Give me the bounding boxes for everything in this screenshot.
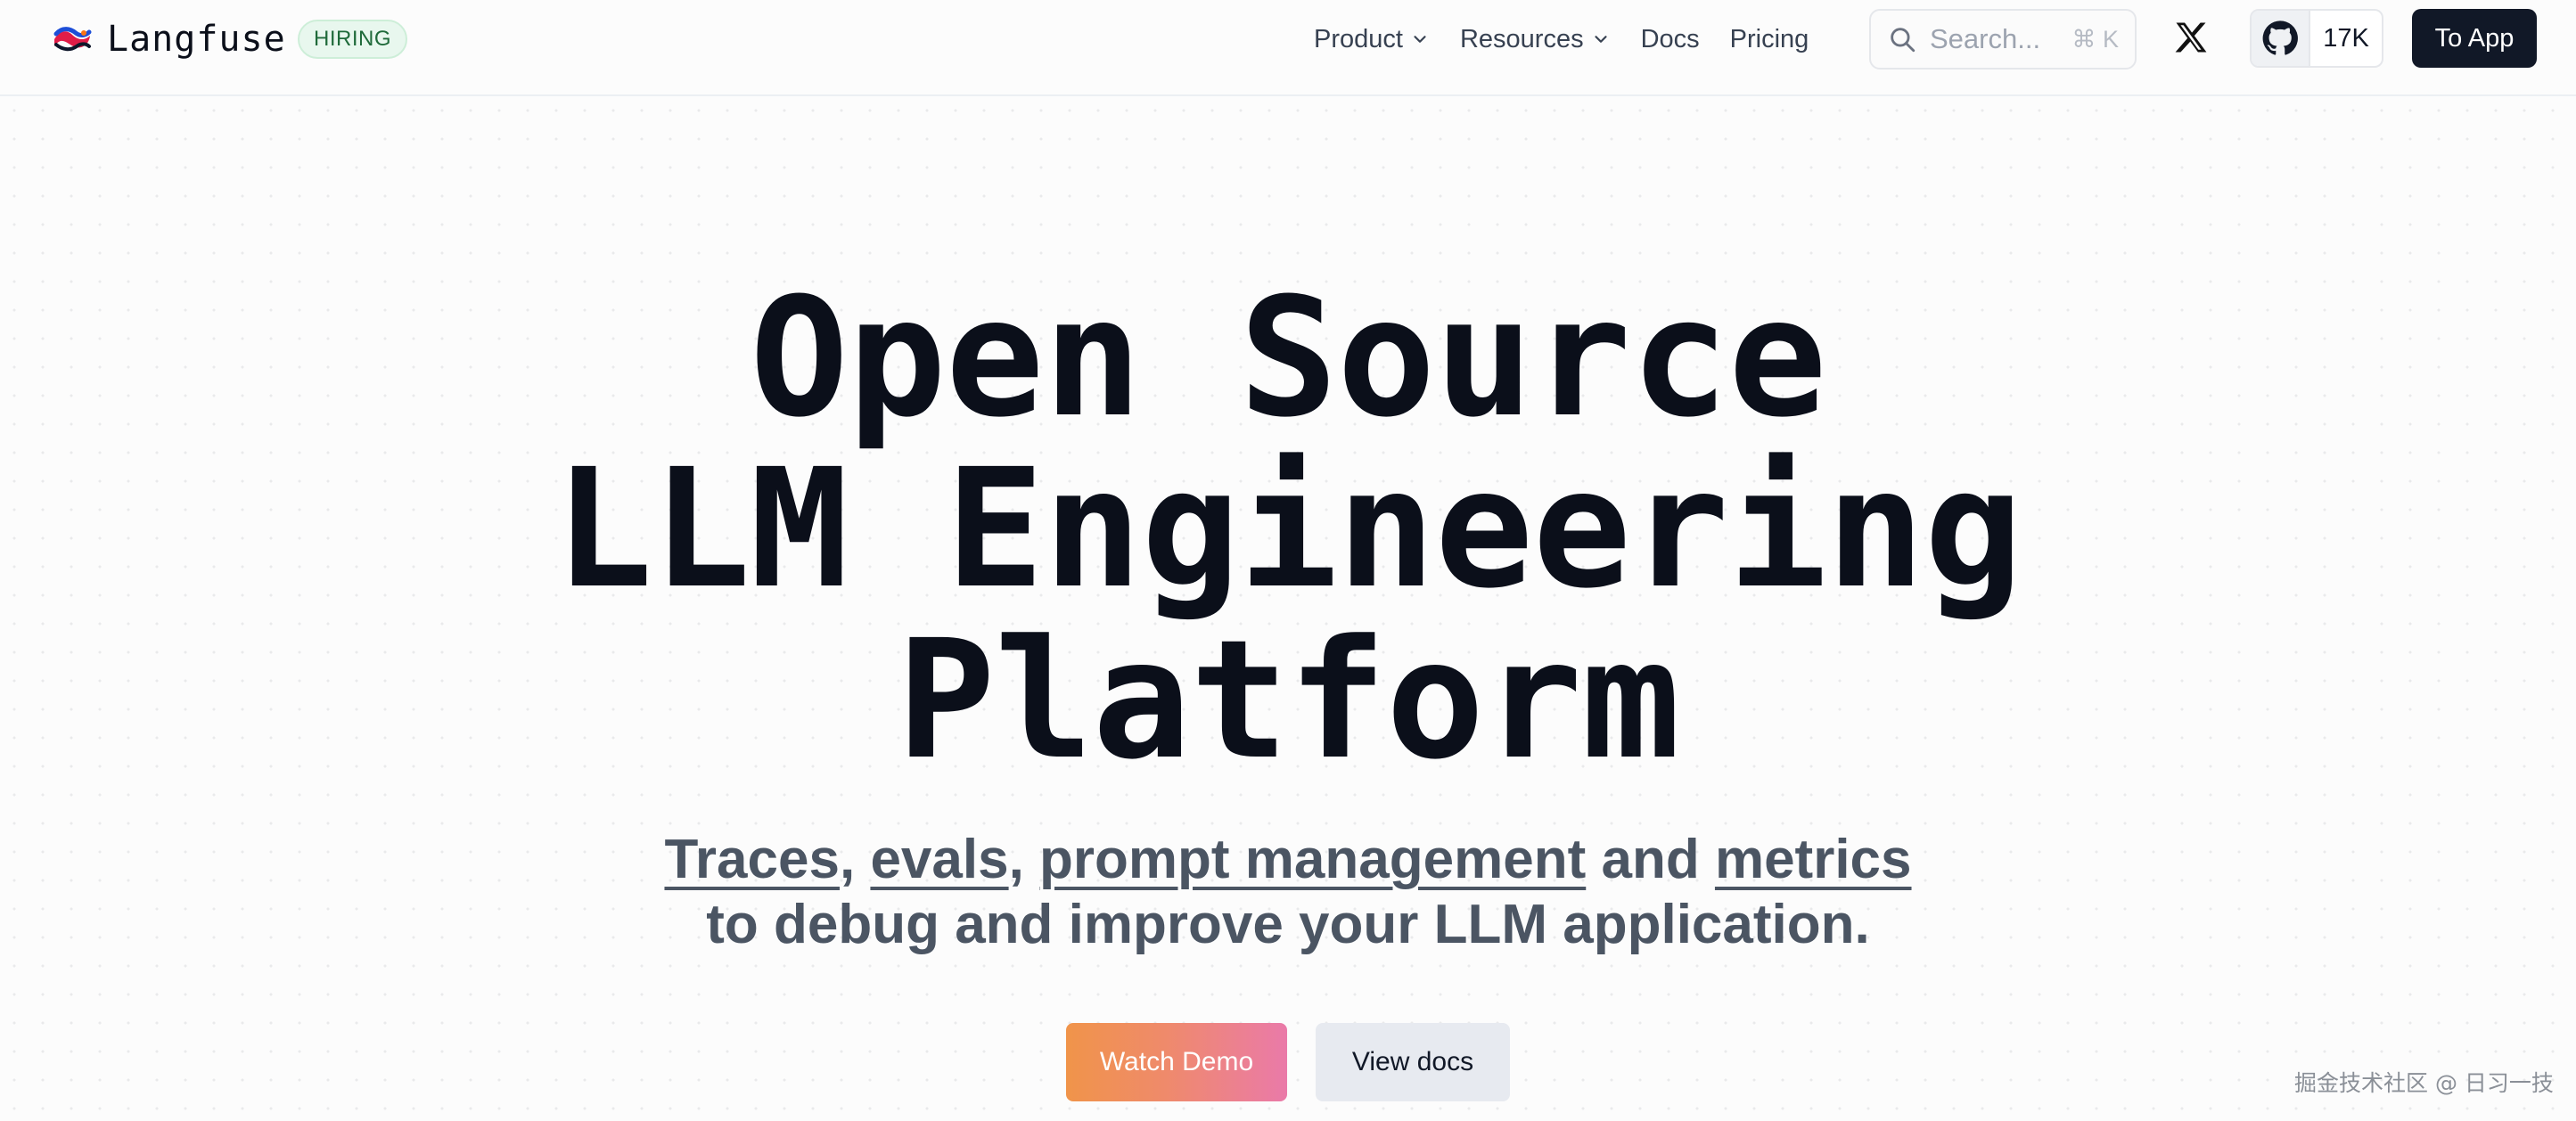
subtitle-separator: and: [1586, 829, 1715, 890]
brand-name: Langfuse: [107, 19, 286, 60]
nav-item-label: Product: [1314, 24, 1403, 53]
main-nav: Product Resources Docs Pricing: [1314, 21, 1809, 57]
chevron-down-icon: [1594, 36, 1607, 43]
github-stars: 17K: [2323, 23, 2369, 53]
nav-item-pricing[interactable]: Pricing: [1730, 25, 1809, 54]
nav-item-product[interactable]: Product: [1314, 25, 1430, 54]
subtitle-separator: ,: [1008, 829, 1040, 890]
hero-subtitle: Traces, evals, prompt management and met…: [0, 827, 2576, 957]
langfuse-logo-icon: [53, 27, 92, 52]
watermark-text: 掘金技术社区 @ 日习一技: [2294, 1070, 2554, 1096]
chevron-down-icon: [1414, 36, 1426, 43]
link-metrics[interactable]: metrics: [1715, 829, 1912, 890]
hero-subtitle-line-1: Traces, evals, prompt management and met…: [0, 827, 2576, 892]
brand[interactable]: Langfuse: [52, 18, 286, 61]
search-shortcut: ⌘ K: [2071, 25, 2119, 53]
github-icon: [2262, 20, 2298, 55]
search-icon: [1891, 28, 1916, 53]
nav-item-label: Resources: [1459, 24, 1584, 53]
link-traces[interactable]: Traces: [664, 829, 840, 890]
github-icon-box: [2252, 11, 2310, 66]
hero-title-line: LLM Engineering: [554, 434, 2023, 625]
link-prompt-management[interactable]: prompt management: [1039, 829, 1586, 890]
nav-item-label: Pricing: [1729, 24, 1809, 53]
hero-buttons: Watch Demo View docs: [0, 1023, 2576, 1101]
x-link[interactable]: [2170, 16, 2212, 59]
view-docs-button[interactable]: View docs: [1316, 1023, 1510, 1101]
github-button[interactable]: 17K: [2250, 9, 2383, 68]
site-header: Langfuse HIRING Product Resources Docs P…: [0, 0, 2576, 96]
to-app-button[interactable]: To App: [2412, 9, 2537, 68]
hero-title-line: Open Source: [750, 263, 1827, 454]
hero-title: Open Source LLM Engineering Platform: [0, 273, 2576, 786]
x-icon: [2175, 22, 2207, 53]
hiring-badge[interactable]: HIRING: [298, 20, 407, 59]
nav-item-resources[interactable]: Resources: [1460, 25, 1611, 54]
nav-item-label: Docs: [1640, 24, 1700, 53]
link-evals[interactable]: evals: [870, 829, 1008, 890]
watch-demo-button[interactable]: Watch Demo: [1066, 1023, 1287, 1101]
nav-item-docs[interactable]: Docs: [1641, 25, 1700, 54]
search-box[interactable]: ⌘ K: [1869, 9, 2137, 70]
subtitle-separator: ,: [839, 829, 871, 890]
hero-title-line: Platform: [896, 605, 1680, 796]
search-input[interactable]: [1930, 23, 2055, 55]
hero-subtitle-line-2: to debug and improve your LLM applicatio…: [706, 894, 1870, 955]
